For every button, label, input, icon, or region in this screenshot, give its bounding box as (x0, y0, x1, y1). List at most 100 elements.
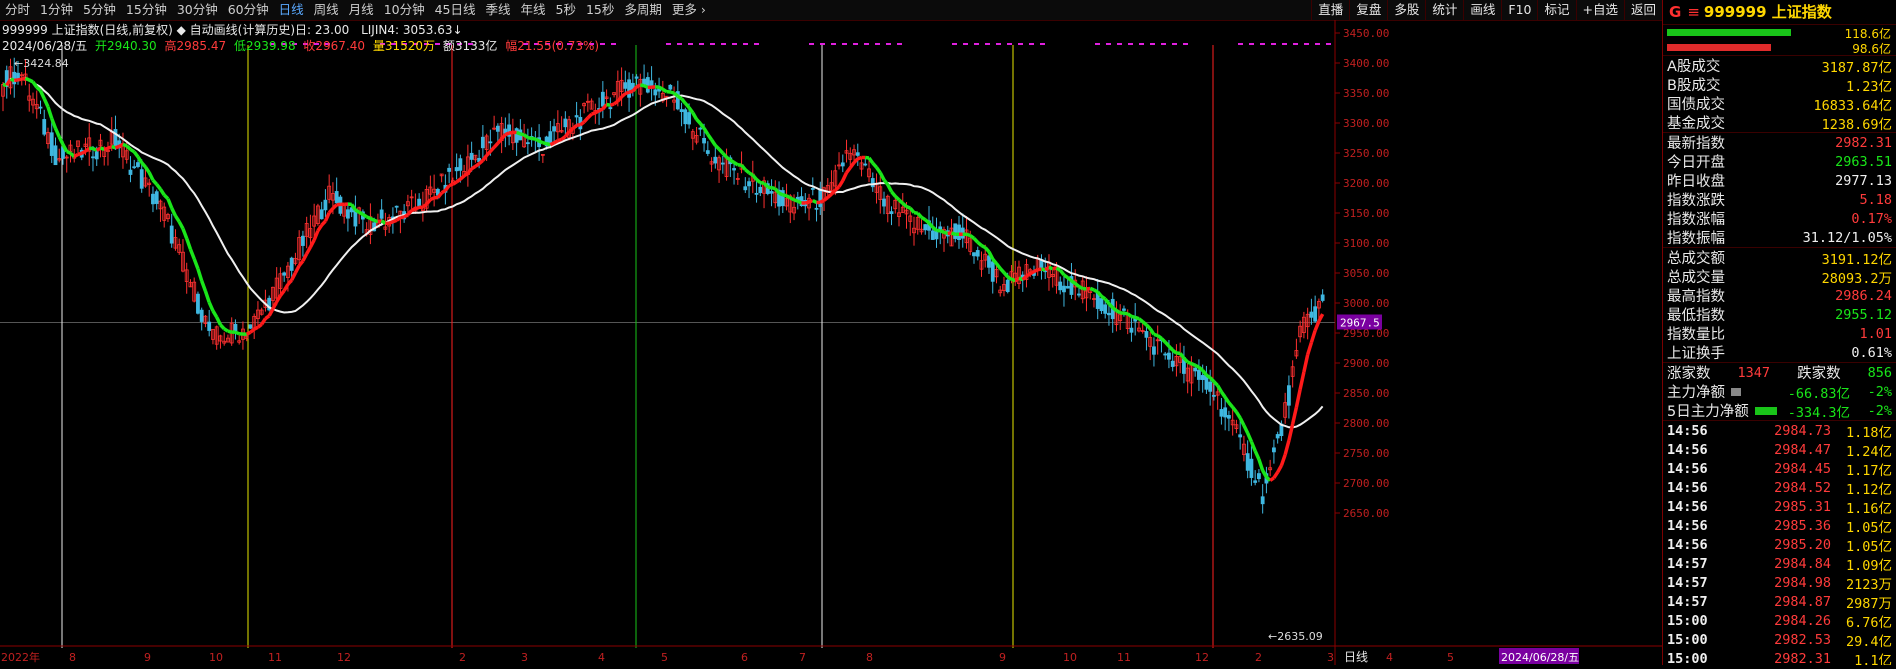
trend-segment (430, 198, 434, 200)
bar-amount: 额3133亿 (443, 39, 498, 53)
candle-body (346, 210, 349, 218)
trend-segment (273, 302, 277, 309)
trend-segment (247, 332, 251, 334)
period-tab[interactable]: 15分钟 (121, 0, 172, 20)
period-tab[interactable]: 5秒 (551, 0, 581, 20)
tick-row[interactable]: 14:562984.521.12亿 (1663, 478, 1896, 497)
candle-body (1257, 474, 1260, 479)
trend-segment (404, 215, 408, 217)
trend-segment (1105, 299, 1109, 304)
trend-segment (22, 78, 26, 79)
period-tab[interactable]: 45日线 (430, 0, 481, 20)
tool-button[interactable]: 统计 (1425, 0, 1463, 20)
tick-row[interactable]: 15:002982.5329.4亿 (1663, 630, 1896, 649)
candle-body (688, 113, 691, 124)
period-tab[interactable]: 5分钟 (78, 0, 121, 20)
signal-dot (1117, 43, 1122, 45)
tick-row[interactable]: 14:572984.872987万 (1663, 592, 1896, 611)
candle-body (624, 83, 627, 89)
period-tab[interactable]: 分时 (0, 0, 35, 20)
bar-close: 收2967.40 (303, 39, 365, 53)
down-count-label: 跌家数 (1797, 362, 1841, 383)
period-tab[interactable]: 60分钟 (223, 0, 274, 20)
period-tab[interactable]: 30分钟 (172, 0, 223, 20)
period-tab[interactable]: 更多 › (667, 0, 711, 20)
kline-chart[interactable]: 3450.003400.003350.003300.003250.003200.… (0, 20, 1662, 665)
tool-button[interactable]: 直播 (1311, 0, 1349, 20)
period-tab[interactable]: 周线 (309, 0, 344, 20)
trend-segment (1154, 334, 1158, 335)
trend-segment (543, 143, 547, 144)
flow-label: 5日主力净额 (1667, 400, 1749, 421)
signal-dot (1315, 43, 1320, 45)
tool-button[interactable]: 复盘 (1349, 0, 1387, 20)
trend-segment (1045, 267, 1049, 269)
stat-label: 总成交额 (1667, 247, 1725, 268)
tick-list[interactable]: 14:562984.731.18亿14:562984.471.24亿14:562… (1663, 420, 1896, 665)
tick-row[interactable]: 14:562985.361.05亿 (1663, 516, 1896, 535)
trend-segment (877, 167, 881, 172)
tool-button[interactable]: 画线 (1463, 0, 1501, 20)
trend-segment (824, 197, 828, 200)
trend-segment (1161, 338, 1165, 342)
candle-body (815, 208, 818, 209)
time-axis-label: 5 (661, 651, 668, 664)
trend-segment (1169, 346, 1173, 350)
period-tab[interactable]: 年线 (516, 0, 551, 20)
trend-segment (82, 151, 86, 153)
candle-body (13, 72, 16, 84)
signal-dot (820, 43, 825, 45)
candle-body (549, 132, 552, 144)
stat-row: 最低指数2955.12 (1663, 305, 1896, 324)
period-tab[interactable]: 季线 (481, 0, 516, 20)
time-axis-label: 5 (1447, 651, 1454, 664)
trend-segment (1285, 441, 1289, 455)
period-tab[interactable]: 15秒 (581, 0, 619, 20)
trend-segment (475, 164, 479, 167)
trend-segment (314, 231, 318, 240)
tick-row[interactable]: 14:562984.731.18亿 (1663, 421, 1896, 440)
tool-button[interactable]: F10 (1501, 0, 1537, 20)
tick-row[interactable]: 14:572984.982123万 (1663, 573, 1896, 592)
stat-value: 2977.13 (1835, 173, 1892, 189)
candle-body (481, 137, 484, 147)
trend-segment (1101, 296, 1105, 299)
candle-body (703, 138, 706, 143)
tick-row[interactable]: 15:002984.266.76亿 (1663, 611, 1896, 630)
price-tick-label: 3100.00 (1343, 237, 1389, 250)
period-tab[interactable]: 10分钟 (379, 0, 430, 20)
tick-row[interactable]: 14:562985.311.16亿 (1663, 497, 1896, 516)
trend-segment (1113, 308, 1117, 311)
tick-row[interactable]: 14:572984.841.09亿 (1663, 554, 1896, 573)
period-tab[interactable]: 月线 (344, 0, 379, 20)
candle-body (972, 253, 975, 256)
trend-segment (48, 107, 52, 119)
kline-chart-svg[interactable]: 3450.003400.003350.003300.003250.003200.… (0, 20, 1662, 665)
candle-body (448, 168, 451, 171)
candle-body (283, 273, 286, 275)
candle-body (635, 77, 638, 78)
tick-row[interactable]: 14:562985.201.05亿 (1663, 535, 1896, 554)
tool-button[interactable]: 返回 (1624, 0, 1662, 20)
capital-flow: 主力净额-66.83亿-2%5日主力净额-334.3亿-2% (1663, 382, 1896, 420)
trend-segment (1225, 397, 1229, 403)
period-tab[interactable]: 日线 (274, 0, 309, 20)
trend-segment (689, 108, 693, 113)
updown-row: 涨家数 1347 跌家数 856 (1663, 362, 1896, 382)
period-tab[interactable]: 1分钟 (35, 0, 78, 20)
signal-dot (677, 43, 682, 45)
tool-button[interactable]: +自选 (1576, 0, 1624, 20)
tick-row[interactable]: 15:002982.311.1亿 (1663, 649, 1896, 665)
tick-row[interactable]: 14:562984.451.17亿 (1663, 459, 1896, 478)
trend-segment (892, 192, 896, 196)
tool-button[interactable]: 多股 (1387, 0, 1425, 20)
signal-dot (699, 43, 704, 45)
trend-segment (145, 167, 149, 173)
tick-row[interactable]: 14:562984.471.24亿 (1663, 440, 1896, 459)
tool-button[interactable]: 标记 (1537, 0, 1575, 20)
group-badge[interactable]: G (1669, 3, 1681, 21)
candle-body (1212, 395, 1215, 396)
stat-label: 上证换手 (1667, 342, 1725, 363)
period-tab[interactable]: 多周期 (619, 0, 667, 20)
menu-icon[interactable]: ≡ (1687, 3, 1700, 21)
